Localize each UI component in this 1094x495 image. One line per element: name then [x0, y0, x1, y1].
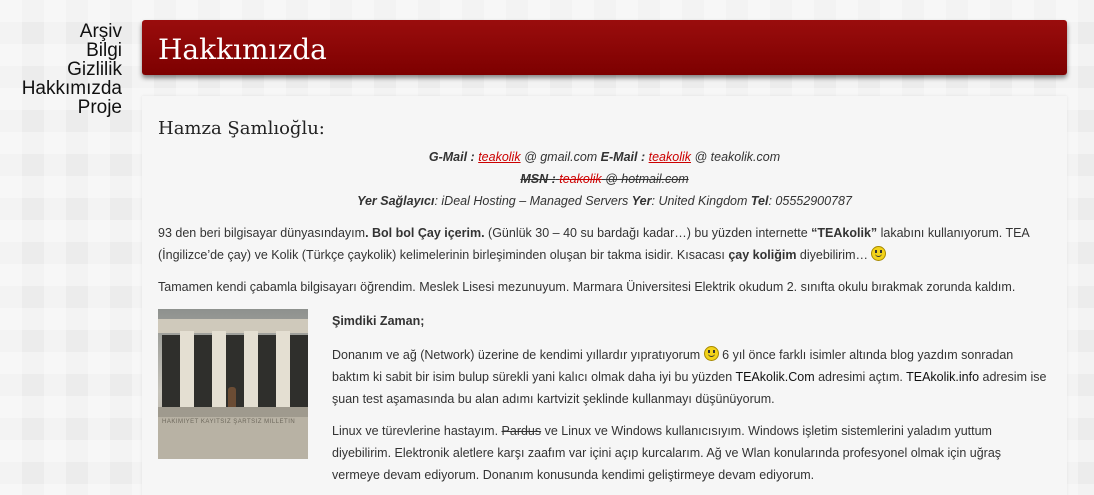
sidebar-item-proje[interactable]: Proje [0, 98, 122, 117]
host-label: Yer Sağlayıcı [357, 194, 435, 208]
gmail-label: G-Mail : [428, 150, 475, 164]
now-heading: Şimdiki Zaman; [332, 314, 425, 328]
now-paragraph-1: Donanım ve ağ (Network) üzerine de kendi… [332, 344, 1051, 410]
email-label: E-Mail : [600, 150, 646, 164]
smiley-icon [703, 346, 719, 361]
page-title: Hakkımızda [158, 33, 327, 66]
now-section: HAKIMIYET KAYITSIZ ŞARTSIZ MILLETIN Şimd… [158, 308, 1051, 495]
contact-line-host: Yer Sağlayıcı: iDeal Hosting – Managed S… [158, 190, 1051, 212]
gmail-user-link[interactable]: teakolik [478, 150, 520, 164]
smiley-icon [871, 246, 887, 261]
sidebar-nav: Arşiv Bilgi Gizlilik Hakkımızda Proje [0, 22, 122, 117]
intro-text-f: çay koliğim [728, 248, 797, 262]
intro-text-c: (Günlük 30 – 40 su bardağı kadar…) bu yü… [484, 226, 812, 240]
gmail-domain: @ gmail.com [524, 150, 598, 164]
sidebar-item-hakkimizda[interactable]: Hakkımızda [0, 79, 122, 98]
intro-text-a: 93 den beri bilgisayar dünyasındayım [158, 226, 366, 240]
teakolik-info-link[interactable]: TEAkolik.info [906, 370, 979, 384]
content-panel: Hamza Şamlıoğlu: G-Mail : teakolik @ gma… [142, 96, 1067, 495]
now-paragraph-2: Linux ve türevlerine hastayım. Pardus ve… [332, 420, 1051, 486]
teakolik-com-link[interactable]: TEAkolik.Com [735, 370, 814, 384]
intro-text-g: diyebilirim… [796, 248, 872, 262]
email-domain: @ teakolik.com [694, 150, 781, 164]
sidebar-item-gizlilik[interactable]: Gizlilik [0, 60, 122, 79]
msn-user-link[interactable]: teakolik [559, 172, 601, 186]
phone-label: Tel [750, 194, 769, 208]
now-text-c: adresimi açtım. [814, 370, 907, 384]
location-label: Yer [631, 194, 652, 208]
person-name: Hamza Şamlıoğlu: [158, 118, 325, 139]
now-text-e: Linux ve türevlerine hastayım. [332, 424, 502, 438]
intro-text-b: . Bol bol Çay içerim. [365, 226, 485, 240]
page-header: Hakkımızda [142, 20, 1067, 75]
sidebar-item-bilgi[interactable]: Bilgi [0, 41, 122, 60]
intro-text-d: “TEAkolik” [811, 226, 878, 240]
contact-line-msn: MSN : teakolik @ hotmail.com [158, 168, 1051, 190]
location-value: : United Kingdom [651, 194, 748, 208]
profile-photo: HAKIMIYET KAYITSIZ ŞARTSIZ MILLETIN [158, 309, 308, 459]
pardus-strike: Pardus [501, 424, 542, 438]
email-user-link[interactable]: teakolik [649, 150, 691, 164]
msn-label: MSN : [520, 172, 556, 186]
contact-line-mail: G-Mail : teakolik @ gmail.com E-Mail : t… [158, 146, 1051, 168]
phone-value: : 05552900787 [768, 194, 852, 208]
intro-paragraph-2: Tamamen kendi çabamla bilgisayarı öğrend… [158, 280, 1016, 294]
sidebar-item-arsiv[interactable]: Arşiv [0, 22, 122, 41]
host-value: : iDeal Hosting – Managed Servers [434, 194, 629, 208]
msn-domain: @ hotmail.com [605, 172, 689, 186]
now-text: Şimdiki Zaman; Donanım ve ağ (Network) ü… [332, 308, 1051, 495]
photo-engraving: HAKIMIYET KAYITSIZ ŞARTSIZ MILLETIN [162, 419, 296, 425]
intro-paragraph-1: 93 den beri bilgisayar dünyasındayım. Bo… [158, 222, 1051, 266]
now-text-a: Donanım ve ağ (Network) üzerine de kendi… [332, 348, 704, 362]
contact-block: G-Mail : teakolik @ gmail.com E-Mail : t… [158, 146, 1051, 212]
